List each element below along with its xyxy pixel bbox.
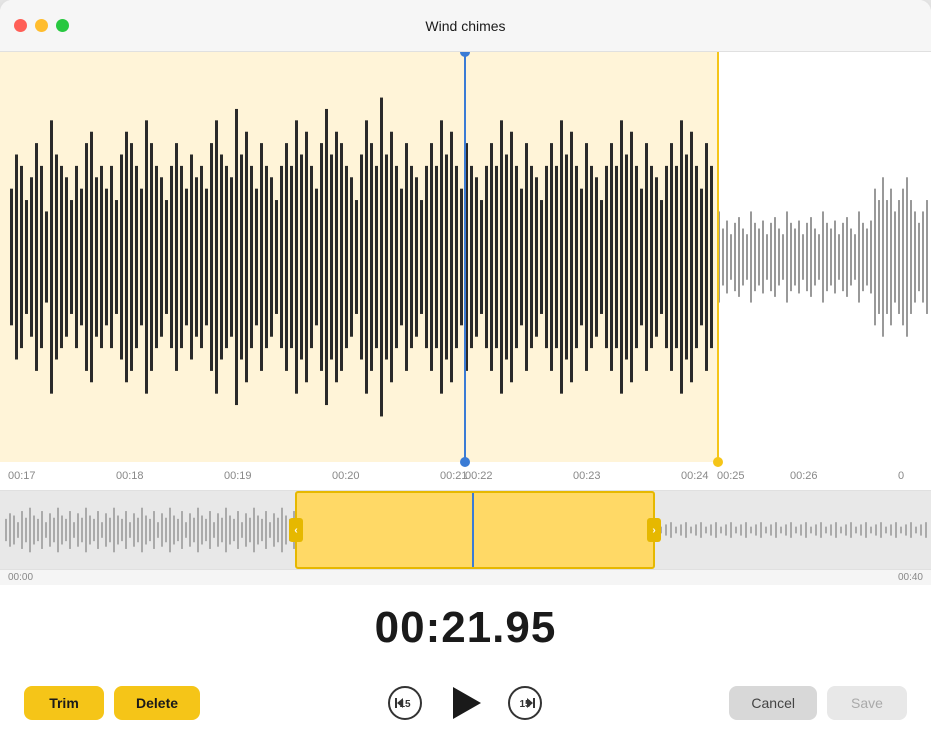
delete-button[interactable]: Delete <box>114 686 200 720</box>
window: Wind chimes // bars rendered inline belo… <box>0 0 931 745</box>
timeline-label-22: 00:22 <box>465 470 493 482</box>
minimize-button[interactable] <box>35 19 48 32</box>
skip-forward-icon: 15 <box>507 685 543 721</box>
timeline-label-20: 00:20 <box>332 470 360 482</box>
controls-left: Trim Delete <box>24 686 200 720</box>
bottom-section: ‹ › 00:00 00:40 00:21.95 <box>0 490 931 745</box>
mini-selection-right-handle[interactable]: › <box>647 518 661 542</box>
timeline-label-25: 00:25 <box>717 470 745 482</box>
timecode-display: 00:21.95 <box>0 585 931 669</box>
close-button[interactable] <box>14 19 27 32</box>
mini-timeline-start: 00:00 <box>8 572 33 583</box>
mini-selection-left-handle[interactable]: ‹ <box>289 518 303 542</box>
main-content: // bars rendered inline below <box>0 52 931 745</box>
controls-center: 15 15 <box>387 681 543 725</box>
timeline-label-end: 0 <box>898 470 904 482</box>
playhead[interactable] <box>464 52 466 462</box>
timeline-label-17: 00:17 <box>8 470 36 482</box>
skip-forward-button[interactable]: 15 <box>507 685 543 721</box>
mini-selection-region[interactable]: ‹ › <box>295 491 655 569</box>
trim-marker[interactable] <box>717 52 719 462</box>
traffic-lights <box>14 19 69 32</box>
mini-timeline: 00:00 00:40 <box>0 570 931 585</box>
timeline-label-19: 00:19 <box>224 470 252 482</box>
window-title: Wind chimes <box>425 18 505 34</box>
timeline-label-26: 00:26 <box>790 470 818 482</box>
timeline-label-24: 00:24 <box>681 470 709 482</box>
mini-waveform-container[interactable]: ‹ › <box>0 490 931 570</box>
controls-right: Cancel Save <box>729 686 907 720</box>
play-icon <box>453 687 481 719</box>
timeline-labels: 00:17 00:18 00:19 00:20 00:21 00:22 00:2… <box>0 462 931 490</box>
play-button[interactable] <box>443 681 487 725</box>
titlebar: Wind chimes <box>0 0 931 52</box>
timeline-label-18: 00:18 <box>116 470 144 482</box>
controls-bar: Trim Delete 15 <box>0 669 931 745</box>
maximize-button[interactable] <box>56 19 69 32</box>
left-handle-arrow: ‹ <box>294 525 297 536</box>
trim-button[interactable]: Trim <box>24 686 104 720</box>
save-button[interactable]: Save <box>827 686 907 720</box>
main-waveform-area[interactable]: // bars rendered inline below <box>0 52 931 490</box>
timeline-label-23: 00:23 <box>573 470 601 482</box>
skip-back-icon: 15 <box>387 685 423 721</box>
mini-playhead[interactable] <box>472 493 474 567</box>
timeline-label-21: 00:21 <box>440 470 468 482</box>
right-handle-arrow: › <box>652 525 655 536</box>
mini-timeline-end: 00:40 <box>898 572 923 583</box>
cancel-button[interactable]: Cancel <box>729 686 817 720</box>
skip-back-button[interactable]: 15 <box>387 685 423 721</box>
